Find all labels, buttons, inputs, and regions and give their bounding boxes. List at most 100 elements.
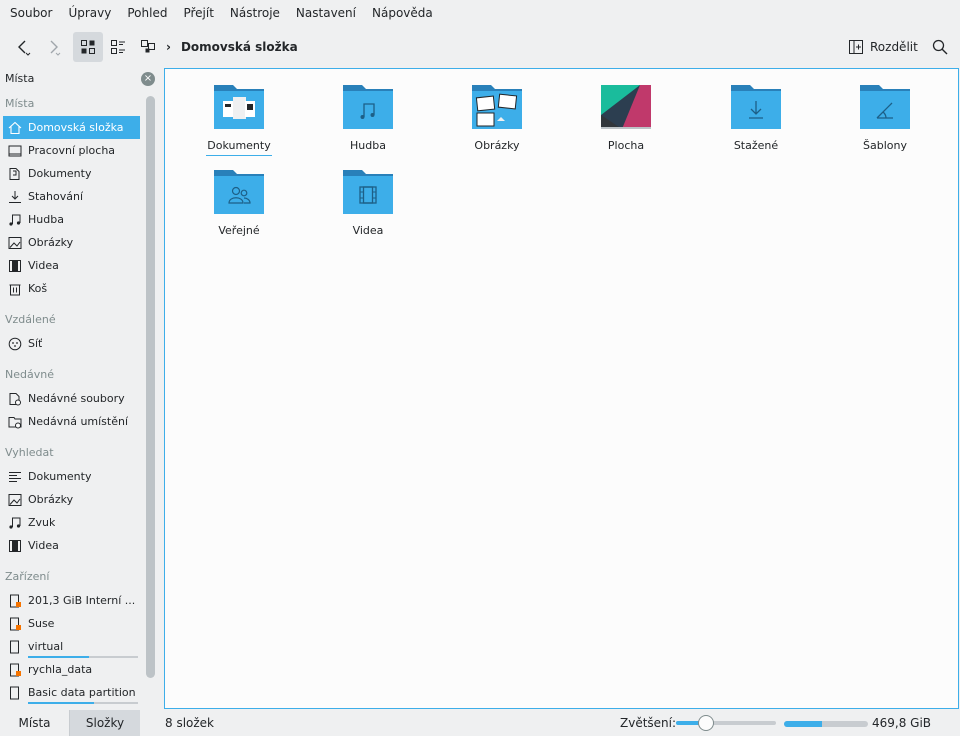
- folder-item[interactable]: Veřejné: [184, 156, 294, 237]
- arrow-right-icon: [50, 40, 61, 56]
- forward-button[interactable]: [38, 32, 68, 62]
- zoom-slider-handle[interactable]: [698, 715, 714, 731]
- search-button[interactable]: [926, 32, 954, 62]
- music-icon: [7, 515, 23, 531]
- menubar: Soubor Úpravy Pohled Přejít Nástroje Nas…: [0, 0, 960, 26]
- place-label: Zvuk: [28, 516, 56, 529]
- drive-icon: [7, 685, 23, 701]
- menu-settings[interactable]: Nastavení: [288, 0, 364, 26]
- search-images[interactable]: Obrázky: [3, 488, 140, 511]
- tab-places[interactable]: Místa: [0, 710, 70, 736]
- menu-file[interactable]: Soubor: [2, 0, 60, 26]
- back-button[interactable]: [8, 32, 38, 62]
- place-trash[interactable]: Koš: [3, 277, 140, 300]
- video-icon: [7, 538, 23, 554]
- menu-tools[interactable]: Nástroje: [222, 0, 288, 26]
- places-scrollbar[interactable]: [146, 96, 155, 678]
- place-label: Nedávné soubory: [28, 392, 125, 405]
- place-label: Stahování: [28, 190, 84, 203]
- device-internal[interactable]: 201,3 GiB Interní ...: [3, 589, 140, 612]
- menu-help[interactable]: Nápověda: [364, 0, 441, 26]
- device-basic-usage-bar: [28, 702, 138, 704]
- place-label: Obrázky: [28, 236, 74, 249]
- split-view-icon: [849, 40, 863, 54]
- compact-view-icon: [111, 40, 125, 54]
- place-network[interactable]: Síť: [3, 332, 140, 355]
- breadcrumb-separator: ›: [166, 40, 171, 54]
- folder-templates-icon: [860, 85, 910, 129]
- place-videos[interactable]: Videa: [3, 254, 140, 277]
- place-home[interactable]: Domovská složka: [3, 116, 140, 139]
- tab-folders[interactable]: Složky: [70, 710, 140, 736]
- menu-go[interactable]: Přejít: [175, 0, 221, 26]
- place-downloads[interactable]: Stahování: [3, 185, 140, 208]
- menu-edit[interactable]: Úpravy: [60, 0, 119, 26]
- folder-pictures-icon: [472, 85, 522, 129]
- network-icon: [7, 336, 23, 352]
- place-label: Pracovní plocha: [28, 144, 116, 157]
- zoom-slider[interactable]: [676, 715, 776, 731]
- place-label: Dokumenty: [28, 470, 92, 483]
- place-recent-files[interactable]: Nedávné soubory: [3, 387, 140, 410]
- free-space: 469,8 GiB volno: [872, 716, 932, 730]
- text-lines-icon: [7, 469, 23, 485]
- item-count: 8 složek: [165, 716, 215, 730]
- folder-item[interactable]: Plocha: [571, 71, 681, 152]
- menu-view[interactable]: Pohled: [119, 0, 175, 26]
- place-label: Síť: [28, 337, 43, 350]
- place-music[interactable]: Hudba: [3, 208, 140, 231]
- place-label: Videa: [28, 259, 59, 272]
- search-videos[interactable]: Videa: [3, 534, 140, 557]
- close-icon[interactable]: ×: [141, 72, 155, 86]
- folder-download-icon: [731, 85, 781, 129]
- place-documents[interactable]: Dokumenty: [3, 162, 140, 185]
- drive-icon: [7, 616, 23, 632]
- details-view-icon: [141, 40, 155, 53]
- folder-desktop-icon: [601, 85, 651, 129]
- folder-item[interactable]: Obrázky: [442, 71, 552, 152]
- places-header: Místa ×: [0, 68, 160, 90]
- place-label: 201,3 GiB Interní ...: [28, 594, 136, 607]
- folder-public-icon: [214, 170, 264, 214]
- folder-item[interactable]: Dokumenty: [184, 71, 294, 156]
- folder-item[interactable]: Videa: [313, 156, 423, 237]
- folder-item[interactable]: Hudba: [313, 71, 423, 152]
- zoom-label: Zvětšení:: [620, 716, 677, 730]
- place-pictures[interactable]: Obrázky: [3, 231, 140, 254]
- device-basic[interactable]: Basic data partition: [3, 681, 140, 704]
- places-panel-title: Místa: [5, 72, 35, 85]
- drive-icon: [7, 593, 23, 609]
- device-virtual[interactable]: virtual: [3, 635, 140, 658]
- section-devices: Zařízení: [5, 570, 50, 583]
- place-label: Domovská složka: [28, 121, 124, 134]
- compact-view-button[interactable]: [103, 32, 133, 62]
- folder-name: Plocha: [607, 139, 645, 152]
- recent-folder-icon: [7, 414, 23, 430]
- device-suse[interactable]: Suse: [3, 612, 140, 635]
- folder-name: Hudba: [350, 139, 386, 152]
- arrow-left-icon: [18, 40, 31, 56]
- folder-music-icon: [343, 85, 393, 129]
- icons-view-button[interactable]: [73, 32, 103, 62]
- folder-view[interactable]: Dokumenty Hudba Obrázky Plocha Stažené Š…: [164, 68, 959, 709]
- section-remote: Vzdálené: [5, 313, 56, 326]
- recent-document-icon: [7, 391, 23, 407]
- breadcrumb[interactable]: › Domovská složka: [166, 32, 298, 62]
- place-label: virtual: [28, 640, 64, 653]
- search-documents[interactable]: Dokumenty: [3, 465, 140, 488]
- place-desktop[interactable]: Pracovní plocha: [3, 139, 140, 162]
- folder-documents-icon: [214, 85, 264, 129]
- search-audio[interactable]: Zvuk: [3, 511, 140, 534]
- places-list: Místa Domovská složka Pracovní plocha Do…: [0, 92, 142, 708]
- place-recent-locations[interactable]: Nedávná umístění: [3, 410, 140, 433]
- desktop-icon: [7, 143, 23, 159]
- device-rychla[interactable]: rychla_data: [3, 658, 140, 681]
- section-places: Místa: [5, 97, 35, 110]
- split-button[interactable]: Rozdělit: [848, 32, 918, 62]
- breadcrumb-current[interactable]: Domovská složka: [181, 40, 298, 54]
- details-view-button[interactable]: [133, 32, 163, 62]
- search-icon: [932, 39, 948, 55]
- folder-item[interactable]: Stažené: [701, 71, 811, 152]
- folder-item[interactable]: Šablony: [830, 71, 940, 152]
- video-icon: [7, 258, 23, 274]
